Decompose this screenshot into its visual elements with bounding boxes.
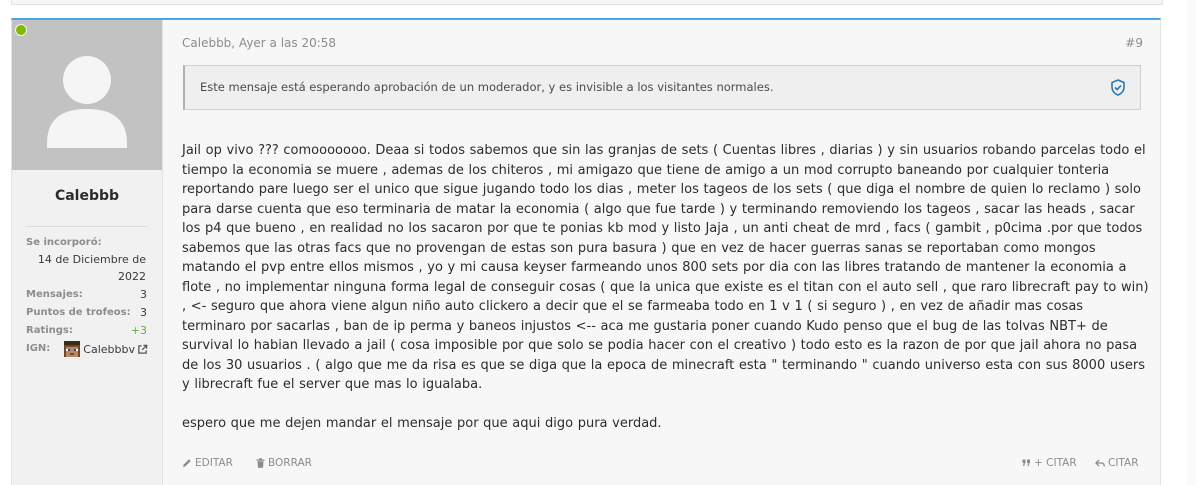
post-body-paragraph: espero que me dejen mandar el mensaje po… bbox=[182, 415, 662, 431]
forum-post: Calebbb Se incorporó: 14 de Diciembre de… bbox=[11, 18, 1161, 485]
trophies-label: Puntos de trofeos: bbox=[26, 307, 131, 318]
shield-check-icon bbox=[1111, 79, 1125, 96]
username[interactable]: Calebbb bbox=[12, 188, 162, 204]
moderation-notice-text: Este mensaje está esperando aprobación d… bbox=[200, 80, 774, 94]
previous-post-edge bbox=[11, 0, 1163, 5]
trophies-value[interactable]: 3 bbox=[140, 306, 147, 319]
external-link-icon bbox=[138, 344, 148, 354]
ign-link[interactable]: Calebbbv bbox=[64, 341, 148, 357]
edit-button[interactable]: EDITAR bbox=[182, 457, 233, 469]
trash-icon bbox=[256, 458, 265, 468]
joined-value: 14 de Diciembre de 2022 bbox=[37, 253, 146, 283]
default-avatar-icon bbox=[47, 56, 127, 148]
pencil-icon bbox=[183, 459, 191, 467]
ratings-value: +3 bbox=[130, 324, 147, 337]
ratings-label: Ratings: bbox=[26, 325, 73, 336]
reply-arrow-icon bbox=[1095, 459, 1105, 467]
user-sidebar: Calebbb Se incorporó: 14 de Diciembre de… bbox=[12, 20, 163, 485]
ign-label: IGN: bbox=[26, 343, 51, 354]
sidebar-divider bbox=[26, 226, 148, 227]
post-body-paragraph: Jail op vivo ??? comooooooo. Deaa si tod… bbox=[182, 143, 1149, 392]
reply-quote-label: CITAR bbox=[1108, 457, 1139, 469]
multi-quote-button[interactable]: + CITAR bbox=[1022, 457, 1077, 469]
post-meta[interactable]: Calebbb, Ayer a las 20:58 bbox=[182, 36, 336, 50]
moderation-notice: Este mensaje está esperando aprobación d… bbox=[183, 65, 1141, 110]
delete-label: BORRAR bbox=[268, 457, 312, 469]
messages-value[interactable]: 3 bbox=[140, 288, 147, 301]
post-number[interactable]: #9 bbox=[1125, 36, 1143, 50]
multi-quote-label: + CITAR bbox=[1034, 457, 1077, 469]
delete-button[interactable]: BORRAR bbox=[256, 457, 312, 469]
online-indicator bbox=[15, 24, 27, 36]
post-body: Jail op vivo ??? comooooooo. Deaa si tod… bbox=[182, 141, 1150, 433]
avatar[interactable] bbox=[12, 20, 162, 170]
messages-label: Mensajes: bbox=[26, 289, 83, 300]
minecraft-head-icon bbox=[64, 341, 81, 357]
page-scroll-edge bbox=[1186, 0, 1196, 485]
joined-label: Se incorporó: bbox=[26, 237, 102, 248]
reply-quote-button[interactable]: CITAR bbox=[1095, 457, 1139, 469]
ign-value: Calebbbv bbox=[83, 342, 135, 356]
quote-marks-icon bbox=[1022, 459, 1030, 467]
edit-label: EDITAR bbox=[195, 457, 233, 469]
